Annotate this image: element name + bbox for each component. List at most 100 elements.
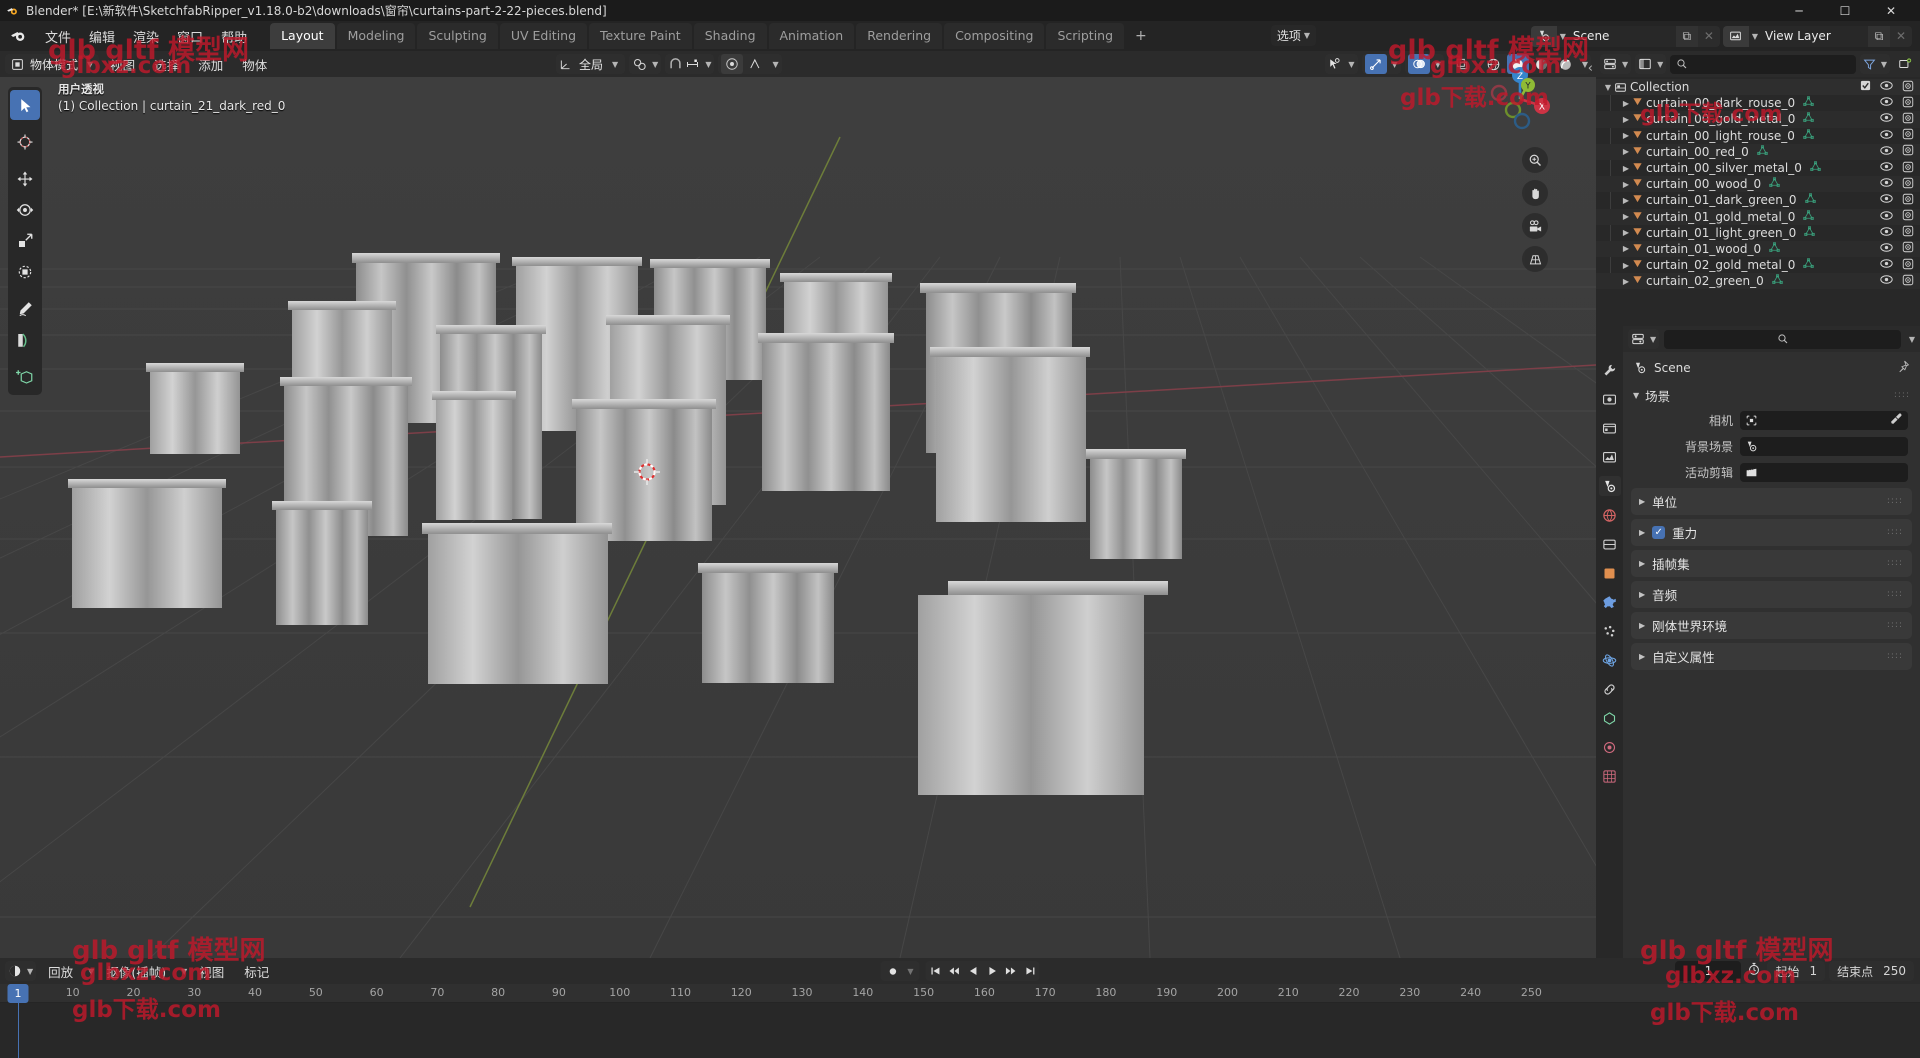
timeline-ruler[interactable]: 10 20 30 40 50 60 70 80 90 100 110 120 130 140 150 160 1… xyxy=(0,984,1920,1003)
object-camera-icon[interactable] xyxy=(1902,128,1914,143)
proportional-chevron-down-icon[interactable]: ▼ xyxy=(772,60,778,69)
object-disclosure-triangle-icon[interactable]: ▶ xyxy=(1620,228,1632,237)
outliner-row-object[interactable]: ▶ curtain_01_gold_metal_0 xyxy=(1596,208,1920,225)
cursor-tool[interactable] xyxy=(10,127,40,157)
object-disclosure-triangle-icon[interactable]: ▶ xyxy=(1620,277,1632,286)
object-camera-icon[interactable] xyxy=(1902,241,1914,256)
object-row-icons[interactable] xyxy=(1880,161,1914,176)
tab-sculpting[interactable]: Sculpting xyxy=(417,23,498,49)
constraints-icon[interactable] xyxy=(1599,679,1621,699)
view-layer-name-field[interactable]: View Layer xyxy=(1758,29,1868,43)
properties-editor-chevron-down-icon[interactable]: ▼ xyxy=(1650,335,1656,344)
object-eye-icon[interactable] xyxy=(1880,145,1893,159)
add-workspace-button[interactable]: + xyxy=(1126,24,1156,48)
mesh-data-icon[interactable] xyxy=(1810,161,1821,175)
object-row-icons[interactable] xyxy=(1880,177,1914,192)
timeline-editor-chevron-down-icon[interactable]: ▼ xyxy=(27,967,33,976)
rotate-tool[interactable] xyxy=(10,195,40,225)
proportional-edit-toggle[interactable]: ▼ xyxy=(718,54,782,74)
object-camera-icon[interactable] xyxy=(1902,144,1914,159)
object-eye-icon[interactable] xyxy=(1880,177,1893,191)
timeline-playhead[interactable]: 1 xyxy=(7,984,29,1003)
tab-modeling[interactable]: Modeling xyxy=(336,23,416,49)
viewport-options-button[interactable]: 选项 ▼ xyxy=(1270,25,1316,46)
sidebar-toggle-arrow-icon[interactable]: ‹ xyxy=(1588,61,1593,76)
falloff-chevron-down-icon[interactable]: ▼ xyxy=(705,60,711,69)
active-clip-field[interactable] xyxy=(1740,463,1908,482)
object-camera-icon[interactable] xyxy=(1902,209,1914,224)
timeline-track[interactable] xyxy=(0,1003,1920,1058)
scene-name-field[interactable]: Scene xyxy=(1566,29,1676,43)
hand-pan-icon[interactable] xyxy=(1522,180,1548,206)
mesh-data-icon[interactable] xyxy=(1772,274,1783,288)
menu-help[interactable]: 帮助 xyxy=(212,24,256,49)
object-disclosure-triangle-icon[interactable]: ▶ xyxy=(1620,180,1632,189)
mesh-data-icon[interactable] xyxy=(1757,145,1768,159)
toggle-xray-icon[interactable] xyxy=(1451,54,1473,74)
show-overlays-icon[interactable] xyxy=(1407,54,1430,74)
object-row-icons[interactable] xyxy=(1880,241,1914,256)
mesh-data-icon[interactable] xyxy=(1803,96,1814,110)
tab-texture-paint[interactable]: Texture Paint xyxy=(589,23,692,49)
collection-row-icons[interactable] xyxy=(1860,80,1914,95)
object-disclosure-triangle-icon[interactable]: ▶ xyxy=(1620,99,1632,108)
object-disclosure-triangle-icon[interactable]: ▶ xyxy=(1620,196,1632,205)
object-eye-icon[interactable] xyxy=(1880,274,1893,288)
object-eye-icon[interactable] xyxy=(1880,258,1893,272)
viewport-toolbar[interactable] xyxy=(8,87,42,395)
material-icon[interactable] xyxy=(1599,737,1621,757)
properties-editor[interactable]: ▼ ▼ Scene ▼ 场景:::: 相机 背景场景 活动剪辑 ▶ 单位::… xyxy=(1596,326,1920,958)
transform-tool[interactable] xyxy=(10,257,40,287)
viewport-menu-add[interactable]: 添加 xyxy=(190,53,231,76)
object-disclosure-triangle-icon[interactable]: ▶ xyxy=(1620,164,1632,173)
object-camera-icon[interactable] xyxy=(1902,96,1914,111)
new-scene-button[interactable]: ⧉ xyxy=(1675,25,1698,47)
mesh-data-icon[interactable] xyxy=(1769,242,1780,256)
object-eye-icon[interactable] xyxy=(1880,161,1893,175)
tab-compositing[interactable]: Compositing xyxy=(944,23,1045,49)
timeline-menu-marker[interactable]: 标记 xyxy=(236,960,277,983)
section-triangle-icon[interactable]: ▶ xyxy=(1639,590,1645,599)
properties-options-chevron-down-icon[interactable]: ▼ xyxy=(1909,335,1915,344)
tweak-select-tool[interactable] xyxy=(10,90,40,120)
property-section[interactable]: ▶ 音频:::: xyxy=(1631,581,1912,608)
mesh-data-icon[interactable] xyxy=(1804,193,1816,207)
properties-tab-column[interactable] xyxy=(1596,326,1623,958)
falloff-curve-icon[interactable] xyxy=(745,54,767,74)
particles-icon[interactable] xyxy=(1599,621,1621,641)
xray-toggle[interactable] xyxy=(1447,54,1476,74)
section-triangle-icon[interactable]: ▶ xyxy=(1639,652,1645,661)
object-camera-icon[interactable] xyxy=(1902,177,1914,192)
editor-chevron-down-icon[interactable]: ▼ xyxy=(1622,60,1628,69)
visibility-selector[interactable]: ▼ xyxy=(1325,54,1358,74)
options-chevron-down-icon[interactable]: ▼ xyxy=(1304,31,1310,40)
move-tool[interactable] xyxy=(10,164,40,194)
viewport-menu-view[interactable]: 视图 xyxy=(102,53,143,76)
physics-icon[interactable] xyxy=(1599,650,1621,670)
orientation-chevron-down-icon[interactable]: ▼ xyxy=(612,60,618,69)
outliner-row-object[interactable]: ▶ curtain_02_gold_metal_0 xyxy=(1596,257,1920,273)
outliner-tree[interactable]: ▼ Collection ▶ curtain_00_dark_rouse_0 ▶… xyxy=(1596,77,1920,326)
background-scene-field[interactable] xyxy=(1740,437,1908,456)
outliner-row-object[interactable]: ▶ curtain_00_silver_metal_0 xyxy=(1596,160,1920,176)
blender-menu-icon[interactable] xyxy=(10,27,28,45)
object-camera-icon[interactable] xyxy=(1902,193,1914,208)
tab-rendering[interactable]: Rendering xyxy=(856,23,943,49)
object-disclosure-triangle-icon[interactable]: ▶ xyxy=(1620,147,1632,156)
stopwatch-icon[interactable] xyxy=(1745,962,1763,980)
object-camera-icon[interactable] xyxy=(1902,258,1914,273)
outliner-editor[interactable]: ▼ ▼ ▼ ▼ Collection ▶ curtain_00_dark_rou… xyxy=(1596,51,1920,326)
scene-panel-header[interactable]: ▼ 场景 :::: xyxy=(1623,382,1920,409)
tab-shading[interactable]: Shading xyxy=(693,23,767,49)
rendered-shading-icon[interactable] xyxy=(1555,54,1577,74)
end-frame-field[interactable]: 结束点 250 xyxy=(1829,961,1914,981)
keying-chevron-down-icon[interactable]: ▼ xyxy=(181,967,187,976)
object-eye-icon[interactable] xyxy=(1880,112,1893,126)
snap-chevron-down-icon[interactable]: ▼ xyxy=(652,60,658,69)
collection-camera-icon[interactable] xyxy=(1902,80,1914,95)
tool-icon[interactable] xyxy=(1599,360,1621,380)
remove-view-layer-button[interactable]: ✕ xyxy=(1890,25,1912,47)
outliner-editor-type-selector[interactable]: ▼ xyxy=(1600,54,1632,74)
object-row-icons[interactable] xyxy=(1880,112,1914,127)
next-keyframe-button[interactable] xyxy=(1002,961,1021,981)
